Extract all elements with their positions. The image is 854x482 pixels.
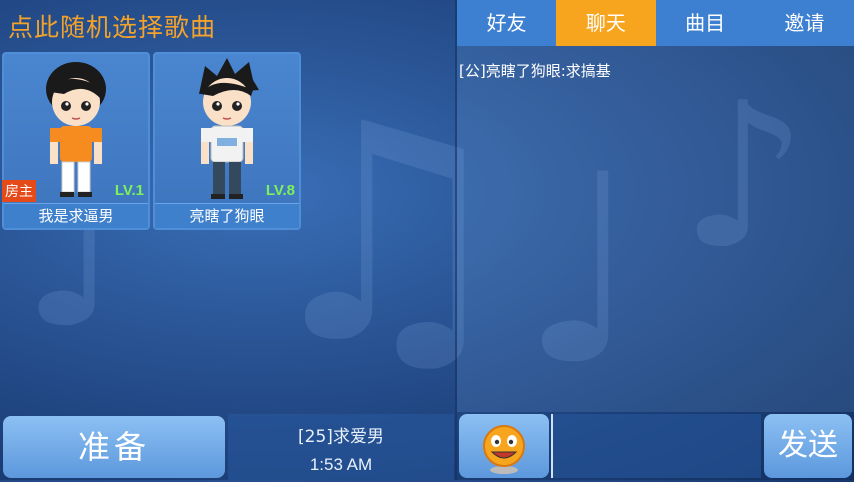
clock-text: 1:53 AM	[309, 455, 373, 474]
smiley-face-icon	[483, 425, 525, 474]
chat-message: [公]亮瞎了狗眼:求搞基	[459, 62, 611, 80]
chat-pane[interactable]	[457, 46, 854, 412]
host-badge: 房主	[2, 180, 36, 202]
player-name: 亮瞎了狗眼	[155, 203, 299, 228]
tab-bar: 好友 聊天 曲目 邀请	[457, 0, 854, 46]
player-name: 我是求逼男	[4, 203, 148, 228]
tab-friends[interactable]: 好友	[457, 0, 556, 46]
send-button[interactable]: 发送	[764, 414, 852, 478]
player-level: LV.1	[114, 182, 144, 199]
player-card-2[interactable]: LV.8 亮瞎了狗眼	[153, 52, 301, 230]
emoji-button[interactable]	[459, 414, 549, 478]
tab-chat[interactable]: 聊天	[556, 0, 656, 46]
player-level: LV.8	[265, 182, 295, 199]
tab-invite[interactable]: 邀请	[755, 0, 854, 46]
chat-input[interactable]	[551, 414, 761, 478]
ready-button[interactable]: 准备	[3, 416, 225, 478]
player-card-1[interactable]: 房主 LV.1 我是求逼男	[2, 52, 150, 230]
tab-songs[interactable]: 曲目	[656, 0, 755, 46]
room-status-text: [25]求爱男	[298, 427, 384, 447]
random-song-title[interactable]: 点此随机选择歌曲	[8, 8, 216, 44]
